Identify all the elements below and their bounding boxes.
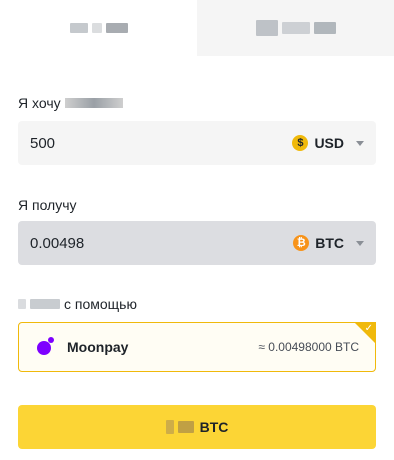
receive-field[interactable]: 0.00498 ₿ BTC <box>18 221 376 265</box>
spend-currency-label: USD <box>314 135 344 151</box>
tab-sell[interactable] <box>197 0 394 56</box>
buy-button-label: BTC <box>199 419 229 435</box>
usd-coin-icon: $ <box>292 135 309 151</box>
method-label-redacted <box>18 299 60 309</box>
chevron-down-icon <box>356 240 364 246</box>
provider-option-moonpay[interactable]: Moonpay ≈ 0.00498000 BTC ✓ <box>18 322 376 372</box>
tab-buy-label <box>69 23 128 33</box>
tab-sell-label <box>255 20 336 36</box>
spend-label-row: Я хочу <box>18 95 123 111</box>
buy-button-redacted <box>165 420 194 434</box>
receive-currency-label: BTC <box>315 235 344 251</box>
spend-amount-input[interactable] <box>30 134 230 152</box>
tab-buy[interactable] <box>0 0 197 56</box>
receive-label-row: Я получу <box>18 197 77 213</box>
method-label: с помощью <box>64 296 137 312</box>
buy-button[interactable]: BTC <box>18 405 376 449</box>
provider-quote: ≈ 0.00498000 BTC <box>258 340 359 354</box>
method-label-row: с помощью <box>18 296 137 312</box>
btc-coin-icon: ₿ <box>293 235 310 251</box>
provider-name: Moonpay <box>67 339 129 355</box>
chevron-down-icon <box>356 140 364 146</box>
spend-label-redacted <box>64 98 123 108</box>
receive-label: Я получу <box>18 197 77 213</box>
receive-amount: 0.00498 <box>30 234 85 252</box>
spend-label: Я хочу <box>18 95 61 111</box>
spend-field[interactable]: $ USD <box>18 121 376 165</box>
moonpay-logo-icon <box>35 337 55 357</box>
receive-currency-select[interactable]: ₿ BTC <box>293 235 364 251</box>
check-icon: ✓ <box>364 323 373 334</box>
tab-bar <box>0 0 394 56</box>
spend-currency-select[interactable]: $ USD <box>292 135 364 151</box>
